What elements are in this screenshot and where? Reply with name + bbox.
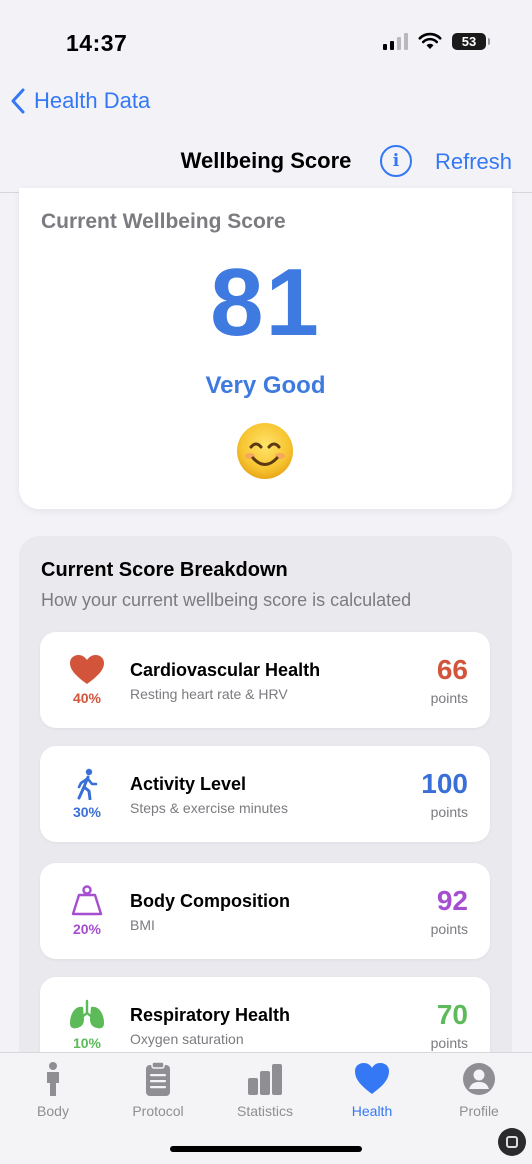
wifi-icon bbox=[418, 32, 442, 49]
metric-card-activity[interactable]: 30% Activity Level Steps & exercise minu… bbox=[40, 746, 490, 842]
metric-unit: points bbox=[430, 1035, 468, 1051]
metric-value: 70 bbox=[436, 999, 468, 1030]
refresh-button[interactable]: Refresh bbox=[435, 149, 512, 175]
profile-icon bbox=[463, 1063, 495, 1095]
back-button[interactable]: Health Data bbox=[10, 88, 150, 114]
score-value: 81 bbox=[210, 249, 321, 356]
metric-description: Oxygen saturation bbox=[130, 1031, 244, 1047]
tab-profile[interactable]: Profile bbox=[426, 1061, 532, 1119]
status-bar: 14:37 53 bbox=[0, 0, 532, 80]
metric-name: Activity Level bbox=[130, 774, 247, 794]
heart-icon bbox=[70, 655, 104, 684]
cellular-signal-icon bbox=[383, 32, 408, 50]
score-card-title: Current Wellbeing Score bbox=[41, 210, 286, 233]
scale-weight-icon bbox=[71, 885, 103, 916]
metric-weight: 40% bbox=[72, 690, 102, 706]
walking-figure-icon bbox=[77, 768, 98, 800]
metric-description: Resting heart rate & HRV bbox=[130, 686, 288, 702]
info-icon[interactable]: i bbox=[380, 145, 412, 177]
screenshot-tool-icon[interactable] bbox=[498, 1128, 526, 1156]
tab-label: Profile bbox=[459, 1103, 499, 1119]
metric-value: 66 bbox=[436, 654, 468, 685]
metric-unit: points bbox=[430, 690, 468, 706]
tab-label: Health bbox=[351, 1103, 393, 1119]
metric-value: 92 bbox=[436, 885, 468, 916]
lungs-icon bbox=[70, 999, 104, 1029]
tab-label: Statistics bbox=[236, 1103, 293, 1119]
metric-name: Cardiovascular Health bbox=[130, 660, 321, 680]
bar-chart-icon bbox=[248, 1064, 282, 1095]
metric-card-body-composition[interactable]: 20% Body Composition BMI 92 points bbox=[40, 863, 490, 959]
metric-description: BMI bbox=[130, 917, 155, 933]
score-card: Current Wellbeing Score 81 Very Good bbox=[19, 188, 512, 509]
metric-description: Steps & exercise minutes bbox=[130, 800, 288, 816]
breakdown-title: Current Score Breakdown bbox=[41, 559, 288, 581]
metric-name: Body Composition bbox=[130, 891, 290, 911]
breakdown-subtitle: How your current wellbeing score is calc… bbox=[41, 590, 412, 610]
tab-health[interactable]: Health bbox=[319, 1061, 425, 1119]
metric-weight: 30% bbox=[72, 804, 102, 820]
score-breakdown: Current Score Breakdown How your current… bbox=[19, 536, 512, 1073]
metric-name: Respiratory Health bbox=[130, 1005, 291, 1025]
navigation-bar: Wellbeing Score i Refresh bbox=[0, 138, 532, 193]
smiling-face-icon bbox=[237, 423, 293, 479]
status-time: 14:37 bbox=[66, 30, 128, 56]
chevron-left-icon bbox=[11, 88, 25, 114]
metric-weight: 20% bbox=[72, 921, 102, 937]
heart-icon bbox=[355, 1063, 389, 1094]
metric-unit: points bbox=[430, 921, 468, 937]
metric-weight: 10% bbox=[72, 1035, 102, 1051]
clipboard-icon bbox=[146, 1061, 170, 1096]
tab-label: Protocol bbox=[132, 1103, 184, 1119]
person-icon bbox=[47, 1062, 59, 1096]
metric-value: 100 bbox=[421, 768, 468, 799]
metric-card-cardiovascular[interactable]: 40% Cardiovascular Health Resting heart … bbox=[40, 632, 490, 728]
tab-protocol[interactable]: Protocol bbox=[105, 1061, 211, 1119]
back-label: Health Data bbox=[34, 88, 151, 113]
score-rating: Very Good bbox=[205, 372, 326, 399]
status-icons: 53 bbox=[383, 32, 490, 50]
tab-body[interactable]: Body bbox=[0, 1061, 106, 1119]
metric-unit: points bbox=[430, 804, 468, 820]
tab-label: Body bbox=[37, 1103, 69, 1119]
battery-icon: 53 bbox=[452, 32, 490, 50]
home-indicator[interactable] bbox=[170, 1146, 362, 1152]
tab-statistics[interactable]: Statistics bbox=[212, 1061, 318, 1119]
